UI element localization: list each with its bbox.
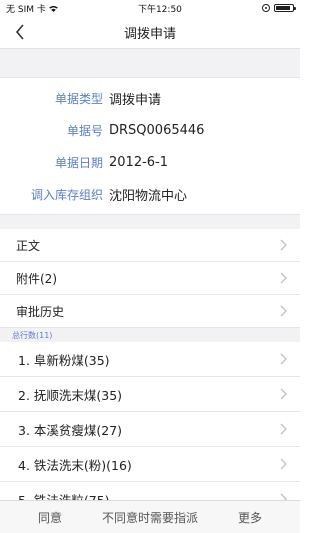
chevron-right-icon — [280, 353, 287, 365]
chevron-right-icon — [280, 423, 287, 435]
status-bar: 无 SIM 卡 下午12:50 — [0, 0, 300, 16]
battery-icon — [273, 4, 296, 12]
orientation-lock-icon — [261, 4, 270, 12]
section-spacer — [0, 49, 300, 77]
info-row-org: 调入库存组织 沈阳物流中心 — [0, 178, 300, 210]
chevron-right-icon — [280, 305, 287, 317]
info-label: 单据日期 — [54, 155, 103, 170]
back-button[interactable] — [10, 22, 30, 42]
list-item-label: 1. 阜新粉煤(35) — [18, 352, 110, 368]
list-item-label: 4. 铁法洗末(粉)(16) — [18, 457, 132, 473]
disagree-assign-button[interactable]: 不同意时需要指派 — [100, 509, 200, 526]
list-item-label: 2. 抚顺洗末煤(35) — [18, 387, 123, 403]
chevron-right-icon — [280, 239, 287, 251]
menu-item-attachments[interactable]: 附件(2) — [0, 262, 300, 295]
action-toolbar: 同意 不同意时需要指派 更多 — [0, 500, 300, 533]
info-label: 单据类型 — [54, 91, 103, 106]
list-item[interactable]: 4. 铁法洗末(粉)(16) — [0, 447, 300, 482]
agree-button[interactable]: 同意 — [0, 509, 100, 526]
section-spacer — [0, 215, 300, 229]
menu-item-label: 审批历史 — [16, 304, 65, 319]
more-button[interactable]: 更多 — [200, 509, 300, 526]
info-value: DRSQ0065446 — [109, 122, 205, 138]
line-items-list: 1. 阜新粉煤(35) 2. 抚顺洗末煤(35) 3. 本溪贫瘦煤(27) 4.… — [0, 342, 300, 517]
menu-item-label: 正文 — [16, 238, 41, 253]
menu-item-label: 附件(2) — [16, 271, 57, 286]
chevron-right-icon — [280, 458, 287, 470]
menu-item-approval-history[interactable]: 审批历史 — [0, 295, 300, 328]
list-item[interactable]: 2. 抚顺洗末煤(35) — [0, 377, 300, 412]
nav-bar: 调拨申请 — [0, 16, 300, 49]
total-rows-label: 总行数(11) — [0, 328, 300, 342]
chevron-right-icon — [280, 388, 287, 400]
info-value: 2012-6-1 — [109, 154, 169, 170]
status-time: 下午12:50 — [137, 4, 182, 15]
list-item[interactable]: 1. 阜新粉煤(35) — [0, 342, 300, 377]
info-value: 调拨申请 — [109, 92, 162, 108]
info-row-type: 单据类型 调拨申请 — [0, 82, 300, 114]
page-title: 调拨申请 — [123, 26, 176, 42]
carrier-label: 无 SIM 卡 — [6, 4, 46, 15]
info-label: 调入库存组织 — [30, 187, 103, 202]
chevron-right-icon — [280, 272, 287, 284]
info-row-date: 单据日期 2012-6-1 — [0, 146, 300, 178]
status-right — [261, 4, 296, 12]
info-row-number: 单据号 DRSQ0065446 — [0, 114, 300, 146]
status-left: 无 SIM 卡 — [6, 2, 58, 15]
info-value: 沈阳物流中心 — [109, 188, 188, 204]
menu-item-body[interactable]: 正文 — [0, 229, 300, 262]
document-info: 单据类型 调拨申请 单据号 DRSQ0065446 单据日期 2012-6-1 … — [0, 77, 300, 215]
info-label: 单据号 — [66, 123, 103, 138]
wifi-icon — [48, 5, 58, 12]
detail-menu: 正文 附件(2) 审批历史 — [0, 229, 300, 328]
chevron-left-icon — [15, 24, 24, 40]
list-item[interactable]: 3. 本溪贫瘦煤(27) — [0, 412, 300, 447]
list-item-label: 3. 本溪贫瘦煤(27) — [18, 422, 123, 438]
